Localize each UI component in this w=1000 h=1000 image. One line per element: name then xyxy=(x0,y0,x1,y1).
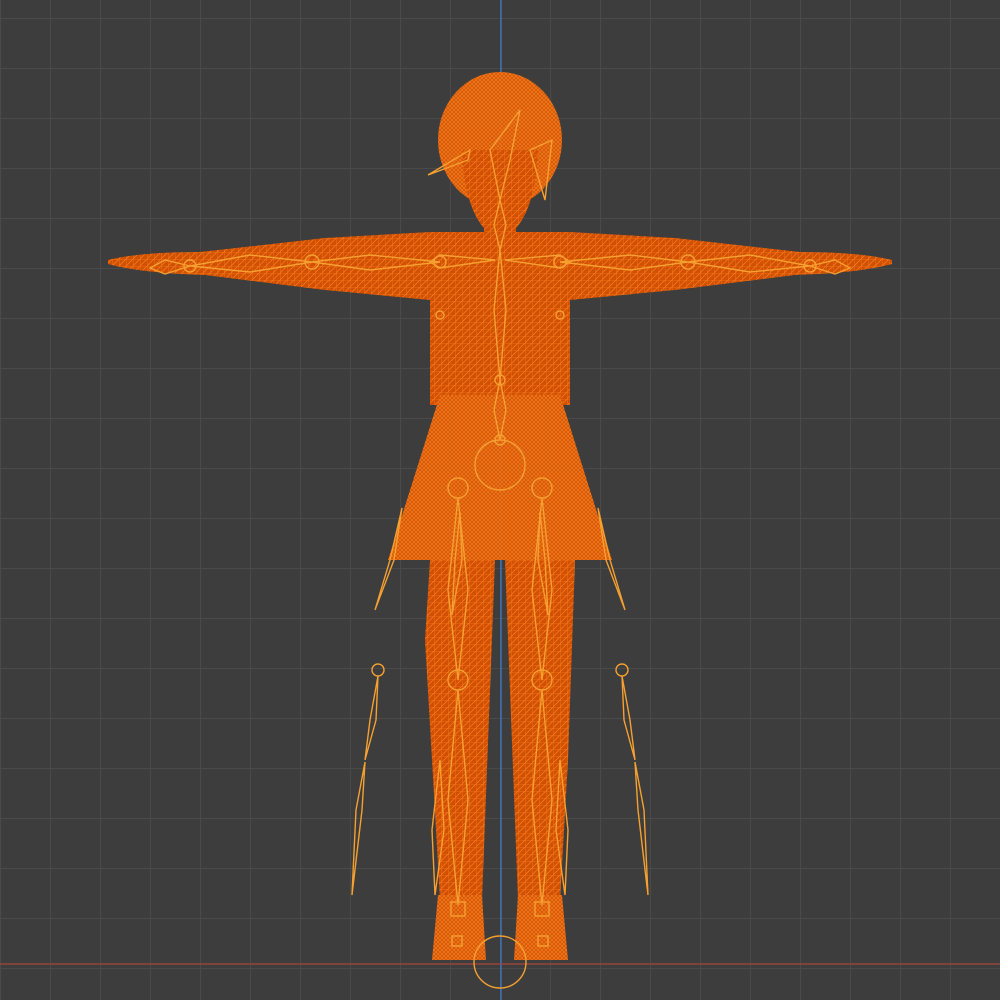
mesh-right-boot[interactable] xyxy=(514,895,568,960)
mesh-skirt[interactable] xyxy=(388,395,612,560)
mesh-right-leg[interactable] xyxy=(505,560,575,900)
bone-joint-floating-right[interactable] xyxy=(615,663,629,677)
bone-floating-left-lower[interactable] xyxy=(351,761,366,896)
mesh-left-arm[interactable] xyxy=(108,238,325,290)
bone-floating-right-upper[interactable] xyxy=(621,675,636,761)
character-mesh[interactable] xyxy=(108,72,892,960)
mesh-left-boot[interactable] xyxy=(432,895,486,960)
viewport-scene[interactable] xyxy=(0,0,1000,1000)
3d-viewport[interactable] xyxy=(0,0,1000,1000)
bone-ground-control[interactable] xyxy=(473,935,527,989)
bone-floating-left-upper[interactable] xyxy=(364,675,379,761)
bone-floating-right-lower[interactable] xyxy=(634,761,649,896)
bone-joint-floating-left[interactable] xyxy=(371,663,385,677)
mesh-right-arm[interactable] xyxy=(675,238,892,290)
mesh-left-leg[interactable] xyxy=(425,560,495,900)
